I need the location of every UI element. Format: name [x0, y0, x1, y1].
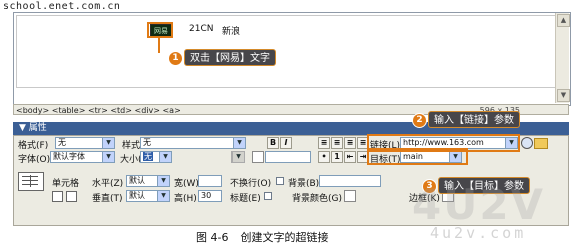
style-select[interactable]: 无 ▼ [140, 137, 246, 149]
format-value: 无 [58, 138, 66, 147]
font-select[interactable]: 默认字体 ▼ [50, 151, 115, 163]
size-select[interactable]: 无 ▼ [140, 151, 172, 163]
chevron-down-icon: ▼ [232, 152, 244, 162]
bold-button[interactable]: B [267, 137, 279, 149]
chevron-down-icon: ▼ [157, 191, 169, 201]
bgcolor-label: 背景颜色(G) [292, 194, 342, 204]
nowrap-label: 不换行(O) [230, 179, 272, 189]
style-value: 无 [143, 138, 151, 147]
callout-step-1: 双击【网易】文字 [184, 49, 276, 66]
callout-step-2: 输入【链接】参数 [428, 111, 520, 128]
align-right-icon[interactable]: ≡ [344, 137, 356, 149]
highlight-selected-text [147, 22, 173, 38]
width-label: 宽(W) [174, 179, 199, 189]
header-label: 标题(E) [230, 194, 261, 204]
vertical-scrollbar[interactable]: ▲ ▼ [555, 13, 570, 103]
figure-caption: 图 4-6 创建文字的超链接 [196, 229, 340, 245]
text-color-input[interactable] [265, 151, 311, 163]
font-label: 字体(O) [18, 155, 51, 165]
figure-number: 图 4-6 [196, 231, 229, 244]
italic-button[interactable]: I [280, 137, 292, 149]
figure-title: 创建文字的超链接 [240, 231, 329, 244]
vert-value: 默认 [129, 191, 145, 200]
bgcolor-swatch[interactable] [344, 190, 356, 202]
chevron-down-icon: ▼ [102, 138, 114, 148]
scroll-down-arrow-icon[interactable]: ▼ [557, 89, 570, 102]
chevron-down-icon: ▼ [102, 152, 114, 162]
unit-select-disabled: ▼ [231, 151, 245, 163]
size-value: 无 [143, 152, 153, 161]
header-checkbox[interactable] [264, 192, 272, 200]
align-center-icon[interactable]: ≡ [331, 137, 343, 149]
step-2-badge: 2 [412, 113, 427, 128]
scroll-up-arrow-icon[interactable]: ▲ [557, 14, 570, 27]
chevron-down-icon: ▼ [157, 176, 169, 186]
unordered-list-icon[interactable]: • [318, 151, 330, 163]
font-value: 默认字体 [53, 152, 85, 161]
chevron-down-icon: ▼ [233, 138, 245, 148]
outdent-icon[interactable]: ⇤ [344, 151, 356, 163]
bg-label: 背景(B) [288, 179, 320, 189]
height-input[interactable]: 30 [198, 190, 222, 202]
watermark-domain: 4u2v.com [430, 224, 527, 242]
align-left-icon[interactable]: ≡ [318, 137, 330, 149]
nowrap-checkbox[interactable] [276, 177, 284, 185]
vert-label: 垂直(T) [92, 194, 123, 204]
format-select[interactable]: 无 ▼ [55, 137, 115, 149]
split-cell-icon[interactable] [66, 191, 77, 202]
vert-select[interactable]: 默认 ▼ [126, 190, 170, 202]
ordered-list-icon[interactable]: 1 [331, 151, 343, 163]
callout-connector [158, 38, 160, 53]
highlight-target-field [367, 148, 468, 165]
folder-icon[interactable] [534, 138, 548, 149]
watermark-logo: 4U2V [412, 180, 546, 229]
cell-icon [18, 172, 44, 191]
horz-label: 水平(Z) [92, 179, 124, 189]
cell-label: 单元格 [52, 179, 80, 189]
table-area[interactable] [16, 15, 556, 88]
properties-title: ▼ 属性 [19, 123, 47, 133]
format-label: 格式(F) [18, 141, 49, 151]
chevron-down-icon: ▼ [159, 152, 171, 162]
height-value: 30 [201, 191, 212, 200]
step-1-badge: 1 [168, 51, 183, 66]
point-to-file-icon[interactable] [521, 137, 533, 149]
text-sina[interactable]: 新浪 [222, 24, 240, 37]
horz-value: 默认 [129, 176, 145, 185]
watermark-site-text: school.enet.com.cn [3, 1, 121, 12]
width-input[interactable] [198, 175, 222, 187]
merge-cells-icon[interactable] [52, 191, 63, 202]
height-label: 高(H) [174, 194, 197, 204]
horz-select[interactable]: 默认 ▼ [126, 175, 170, 187]
text-color-swatch[interactable] [252, 151, 264, 163]
tag-path[interactable]: <body> <table> <tr> <td> <div> <a> [16, 106, 181, 115]
text-21cn[interactable]: 21CN [189, 24, 213, 34]
bg-input[interactable] [319, 175, 381, 187]
